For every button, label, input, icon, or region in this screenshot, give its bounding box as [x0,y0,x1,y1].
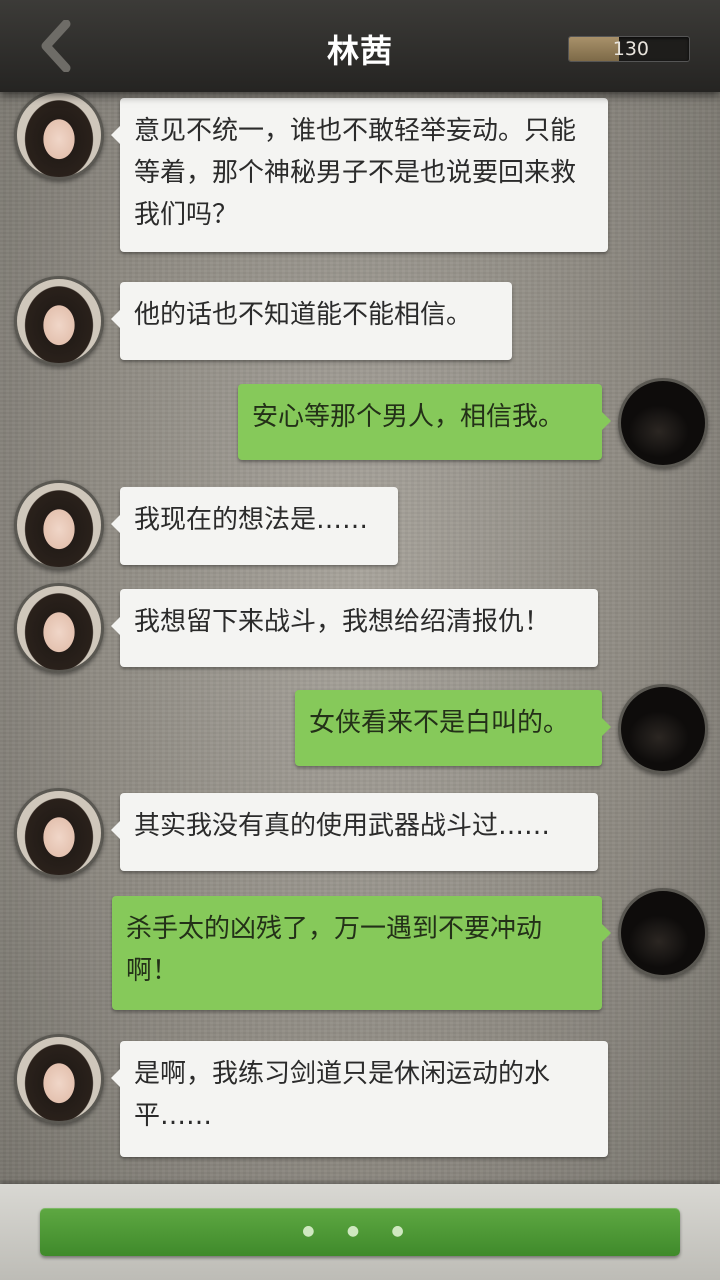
message-bubble: 女侠看来不是白叫的。 [295,690,611,766]
girl-avatar [14,480,104,570]
player-avatar [618,378,708,468]
girl-avatar [14,583,104,673]
player-avatar [618,684,708,774]
message-bubble: 意见不统一，谁也不敢轻举妄动。只能等着，那个神秘男子不是也说要回来救我们吗？ [111,98,608,252]
continue-button[interactable]: ● ● ● [40,1208,680,1256]
player-avatar [618,888,708,978]
message-bubble: 其实我没有真的使用武器战斗过…… [111,793,598,871]
coin-value: 130 [612,38,649,60]
message-bubble: 他的话也不知道能不能相信。 [111,282,512,360]
coin-counter: 130 [568,36,690,62]
girl-avatar [14,1034,104,1124]
message-bubble: 我现在的想法是…… [111,487,398,565]
message-bubble: 安心等那个男人，相信我。 [238,384,611,460]
girl-avatar [14,788,104,878]
message-bubble: 是啊，我练习剑道只是休闲运动的水平…… [111,1041,608,1157]
girl-avatar [14,90,104,180]
girl-avatar [14,276,104,366]
bottom-bar: ● ● ● [0,1184,720,1280]
message-bubble: 杀手太的凶残了，万一遇到不要冲动啊！ [112,896,611,1010]
top-bar: 林茜 130 [0,0,720,92]
message-bubble: 我想留下来战斗，我想给绍清报仇！ [111,589,598,667]
typing-indicator: ● ● ● [302,1223,418,1239]
